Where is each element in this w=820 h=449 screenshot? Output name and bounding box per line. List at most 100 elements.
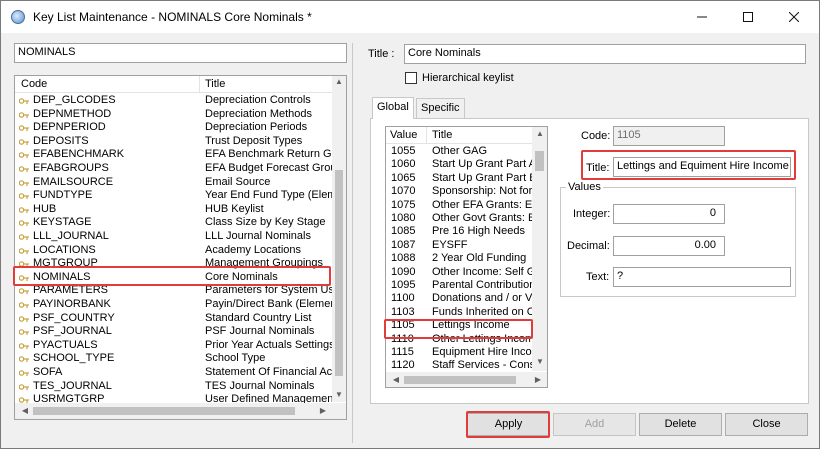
value-row[interactable]: 1085 Pre 16 High Needs <box>386 225 532 238</box>
value-row[interactable]: 1088 2 Year Old Funding <box>386 252 532 265</box>
value-row[interactable]: 1055 Other GAG <box>386 145 532 158</box>
value-row[interactable]: 1115 Equipment Hire Incom <box>386 346 532 359</box>
keylist-scroll-thumb[interactable] <box>335 170 343 376</box>
value-code: 1100 <box>391 292 415 305</box>
values-vscrollbar[interactable]: ▲ ▼ <box>532 127 547 371</box>
keylist-filter-input[interactable]: NOMINALS <box>14 43 347 63</box>
scroll-right-icon[interactable]: ▶ <box>315 406 331 415</box>
keylist-vscrollbar[interactable]: ▲ ▼ <box>332 76 346 402</box>
value-row[interactable]: 1080 Other Govt Grants: Ex <box>386 212 532 225</box>
keylist-row[interactable]: PSF_JOURNAL PSF Journal Nominals <box>15 325 333 339</box>
keylist-row[interactable]: DEPNPERIOD Depreciation Periods <box>15 121 333 135</box>
value-title: Funds Inherited on Co <box>432 305 532 318</box>
keylist-row[interactable]: EMAILSOURCE Email Source <box>15 176 333 190</box>
keylist-row[interactable]: SOFA Statement Of Financial Acc <box>15 366 333 380</box>
keylist-list[interactable]: Code Title DEP_GLCODES Depreciation Contr… <box>14 75 347 420</box>
keylist-code: PYACTUALS <box>33 338 98 351</box>
keylist-row[interactable]: PSF_COUNTRY Standard Country List <box>15 312 333 326</box>
value-row[interactable]: 1087 EYSFF <box>386 239 532 252</box>
tab-global[interactable]: Global <box>372 97 414 119</box>
value-row[interactable]: 1075 Other EFA Grants: Ex <box>386 199 532 212</box>
keylist-row[interactable]: FUNDTYPE Year End Fund Type (Elem <box>15 189 333 203</box>
scroll-down-icon[interactable]: ▼ <box>331 390 346 399</box>
value-row[interactable]: 1060 Start Up Grant Part A <box>386 158 532 171</box>
close-button[interactable]: Close <box>725 413 808 436</box>
key-icon <box>19 383 29 390</box>
key-icon <box>19 206 29 213</box>
minimize-icon[interactable] <box>679 1 725 33</box>
keylist-row[interactable]: DEPOSITS Trust Deposit Types <box>15 135 333 149</box>
value-title: Start Up Grant Part B <box>432 171 532 184</box>
values-hscrollbar[interactable]: ◀ ▶ <box>386 372 547 387</box>
keylist-row[interactable]: DEPNMETHOD Depreciation Methods <box>15 108 333 122</box>
keylist-row[interactable]: EFABENCHMARK EFA Benchmark Return Gr <box>15 148 333 162</box>
value-title: Other Income: Self Ge <box>432 265 532 278</box>
values-list[interactable]: Value Title 1055 Other GAG 1060 Start Up Gr… <box>385 126 548 388</box>
panel-splitter[interactable] <box>352 43 353 443</box>
tab-specific[interactable]: Specific <box>416 98 465 118</box>
text-input[interactable]: ? <box>613 267 791 287</box>
keylist-title: Parameters for System Us <box>205 284 333 297</box>
value-row[interactable]: 1065 Start Up Grant Part B <box>386 172 532 185</box>
hierarchical-checkbox[interactable] <box>405 72 417 84</box>
values-scroll-right-icon[interactable]: ▶ <box>530 375 546 384</box>
key-icon <box>19 193 29 200</box>
value-row[interactable]: 1100 Donations and / or Vo <box>386 292 532 305</box>
code-field: 1105 <box>613 126 725 146</box>
delete-button[interactable]: Delete <box>639 413 722 436</box>
code-column-header[interactable]: Code <box>21 78 47 90</box>
integer-input[interactable]: 0 <box>613 204 725 224</box>
title-column-header[interactable]: Title <box>205 78 225 90</box>
keylist-title: Prior Year Actuals Settings <box>205 338 333 351</box>
value-code: 1075 <box>391 198 416 211</box>
value-code: 1115 <box>391 346 414 358</box>
keylist-row[interactable]: EFABGROUPS EFA Budget Forecast Grou <box>15 162 333 176</box>
decimal-input[interactable]: 0.00 <box>613 236 725 256</box>
values-scroll-left-icon[interactable]: ◀ <box>388 375 404 384</box>
close-icon[interactable] <box>771 1 817 33</box>
value-row[interactable]: 1095 Parental Contribution <box>386 279 532 292</box>
keylist-row[interactable]: KEYSTAGE Class Size by Key Stage <box>15 216 333 230</box>
keylist-row[interactable]: PYACTUALS Prior Year Actuals Settings <box>15 339 333 353</box>
nominals-row-highlight <box>13 266 331 286</box>
scroll-up-icon[interactable]: ▲ <box>331 77 346 86</box>
keylist-row[interactable]: LLL_JOURNAL LLL Journal Nominals <box>15 230 333 244</box>
window-title: Key List Maintenance - NOMINALS Core Nom… <box>33 10 312 24</box>
keylist-row[interactable]: LOCATIONS Academy Locations <box>15 244 333 258</box>
value-column-header[interactable]: Value <box>390 129 417 141</box>
maximize-icon[interactable] <box>725 1 771 33</box>
lettings-row-highlight <box>384 319 533 339</box>
keylist-hscroll-thumb[interactable] <box>33 407 295 415</box>
keylist-hscrollbar[interactable]: ◀ ▶ <box>15 403 346 419</box>
keylist-row[interactable]: PAYINORBANK Payin/Direct Bank (Elemer <box>15 298 333 312</box>
keylist-row[interactable]: SCHOOL_TYPE School Type <box>15 352 333 366</box>
keylist-row[interactable]: DEP_GLCODES Depreciation Controls <box>15 94 333 108</box>
key-icon <box>19 98 29 104</box>
value-code: 1088 <box>391 252 416 265</box>
value-code: 1065 <box>391 171 416 184</box>
value-title-column-header[interactable]: Title <box>432 129 452 141</box>
values-hscroll-thumb[interactable] <box>404 376 516 384</box>
values-scroll-down-icon[interactable]: ▼ <box>532 357 547 366</box>
scroll-left-icon[interactable]: ◀ <box>17 406 33 415</box>
keylist-row[interactable]: PARAMETERS Parameters for System Us <box>15 284 333 298</box>
value-title: Other Govt Grants: Ex <box>432 212 532 224</box>
keylist-title: EFA Budget Forecast Grou <box>205 162 333 174</box>
keylist-row[interactable]: TES_JOURNAL TES Journal Nominals <box>15 380 333 394</box>
keylist-title: Depreciation Periods <box>205 121 308 134</box>
value-row[interactable]: 1070 Sponsorship: Not for <box>386 185 532 198</box>
keylist-title-input[interactable]: Core Nominals <box>404 44 806 64</box>
keylist-title: Year End Fund Type (Elem <box>205 189 333 202</box>
value-row[interactable]: 1090 Other Income: Self Ge <box>386 266 532 279</box>
key-icon <box>19 356 29 363</box>
keylist-code: DEPOSITS <box>33 134 89 147</box>
key-icon <box>19 166 29 172</box>
values-scroll-thumb[interactable] <box>535 151 544 171</box>
add-button[interactable]: Add <box>553 413 636 436</box>
value-row[interactable]: 1120 Staff Services - Cons <box>386 359 532 372</box>
keylist-title: LLL Journal Nominals <box>205 230 311 242</box>
keylist-title: Payin/Direct Bank (Elemer <box>205 298 333 310</box>
values-scroll-up-icon[interactable]: ▲ <box>532 129 547 138</box>
keylist-row[interactable]: HUB HUB Keylist <box>15 203 333 217</box>
value-row[interactable]: 1103 Funds Inherited on Co <box>386 306 532 319</box>
